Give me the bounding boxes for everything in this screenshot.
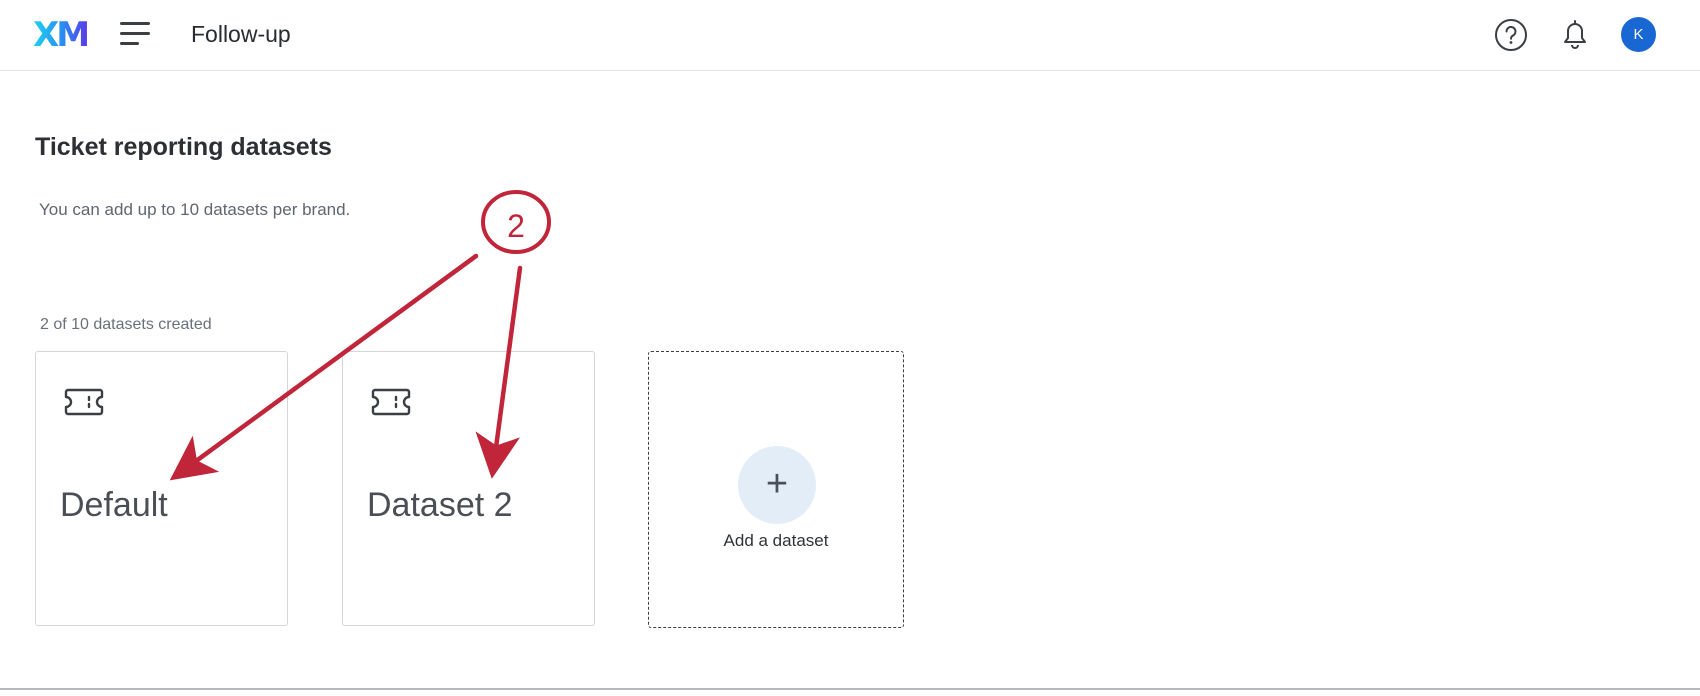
dataset-card-label: Dataset 2 [367, 486, 513, 524]
add-dataset-label: Add a dataset [723, 531, 829, 550]
top-navigation-bar: XM Follow-up K [0, 0, 1700, 71]
bottom-divider [0, 688, 1700, 690]
plus-icon[interactable]: + [738, 446, 816, 524]
dataset-count: 2 of 10 datasets created [40, 316, 212, 333]
ticket-icon [371, 388, 411, 416]
xm-logo[interactable]: XM [33, 17, 90, 53]
ticket-icon [64, 388, 104, 416]
app-title: Follow-up [191, 21, 291, 47]
add-dataset-card[interactable]: + Add a dataset [648, 351, 904, 628]
dataset-card-default[interactable]: Default [35, 351, 288, 626]
annotation-number: 2 [507, 208, 525, 244]
dataset-card-label: Default [60, 486, 168, 524]
help-icon[interactable] [1494, 18, 1528, 52]
page-subtitle: You can add up to 10 datasets per brand. [39, 200, 351, 219]
bell-notification-icon[interactable] [1559, 17, 1591, 51]
dataset-card-dataset-2[interactable]: Dataset 2 [342, 351, 595, 626]
hamburger-menu-icon[interactable] [120, 22, 152, 48]
page-title: Ticket reporting datasets [35, 133, 332, 161]
user-avatar[interactable]: K [1621, 17, 1656, 52]
